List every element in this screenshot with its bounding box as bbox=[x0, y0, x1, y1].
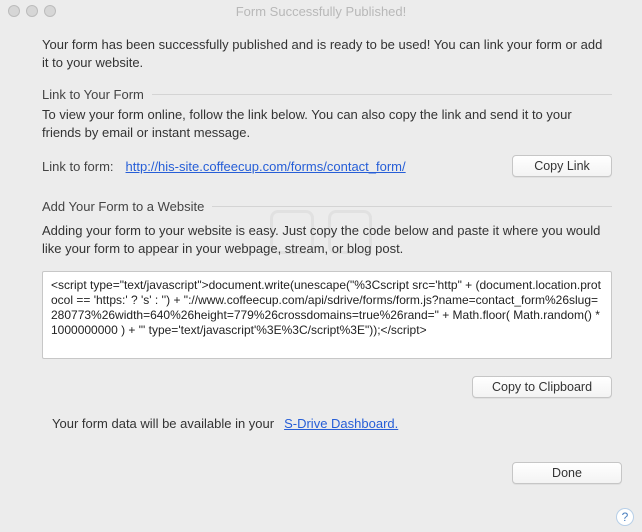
embed-code-textarea[interactable] bbox=[42, 271, 612, 359]
form-url-link[interactable]: http://his-site.coffeecup.com/forms/cont… bbox=[126, 159, 500, 174]
section-embed-heading: Add Your Form to a Website bbox=[42, 199, 204, 214]
intro-text: Your form has been successfully publishe… bbox=[42, 36, 612, 71]
copy-to-clipboard-button[interactable]: Copy to Clipboard bbox=[472, 376, 612, 398]
section-embed-desc: Adding your form to your website is easy… bbox=[42, 222, 612, 257]
link-row: Link to form: http://his-site.coffeecup.… bbox=[42, 155, 612, 177]
window-title: Form Successfully Published! bbox=[0, 4, 642, 19]
dashboard-text: Your form data will be available in your bbox=[52, 416, 274, 431]
footer-area: Done bbox=[512, 462, 622, 484]
divider bbox=[212, 206, 612, 207]
done-button[interactable]: Done bbox=[512, 462, 622, 484]
window-controls bbox=[8, 5, 56, 17]
content-area: Your form has been successfully publishe… bbox=[0, 22, 642, 441]
divider bbox=[152, 94, 612, 95]
copy-link-button[interactable]: Copy Link bbox=[512, 155, 612, 177]
titlebar: Form Successfully Published! bbox=[0, 0, 642, 22]
section-embed-header: Add Your Form to a Website bbox=[42, 199, 612, 214]
help-icon[interactable]: ? bbox=[616, 508, 634, 526]
zoom-window-button[interactable] bbox=[44, 5, 56, 17]
close-window-button[interactable] bbox=[8, 5, 20, 17]
sdrive-dashboard-link[interactable]: S-Drive Dashboard. bbox=[284, 416, 398, 431]
section-link-desc: To view your form online, follow the lin… bbox=[42, 106, 612, 141]
section-link-header: Link to Your Form bbox=[42, 87, 612, 102]
minimize-window-button[interactable] bbox=[26, 5, 38, 17]
section-link-heading: Link to Your Form bbox=[42, 87, 144, 102]
copy-clipboard-row: Copy to Clipboard bbox=[42, 376, 612, 398]
link-to-form-label: Link to form: bbox=[42, 159, 114, 174]
dashboard-row: Your form data will be available in your… bbox=[42, 416, 612, 431]
